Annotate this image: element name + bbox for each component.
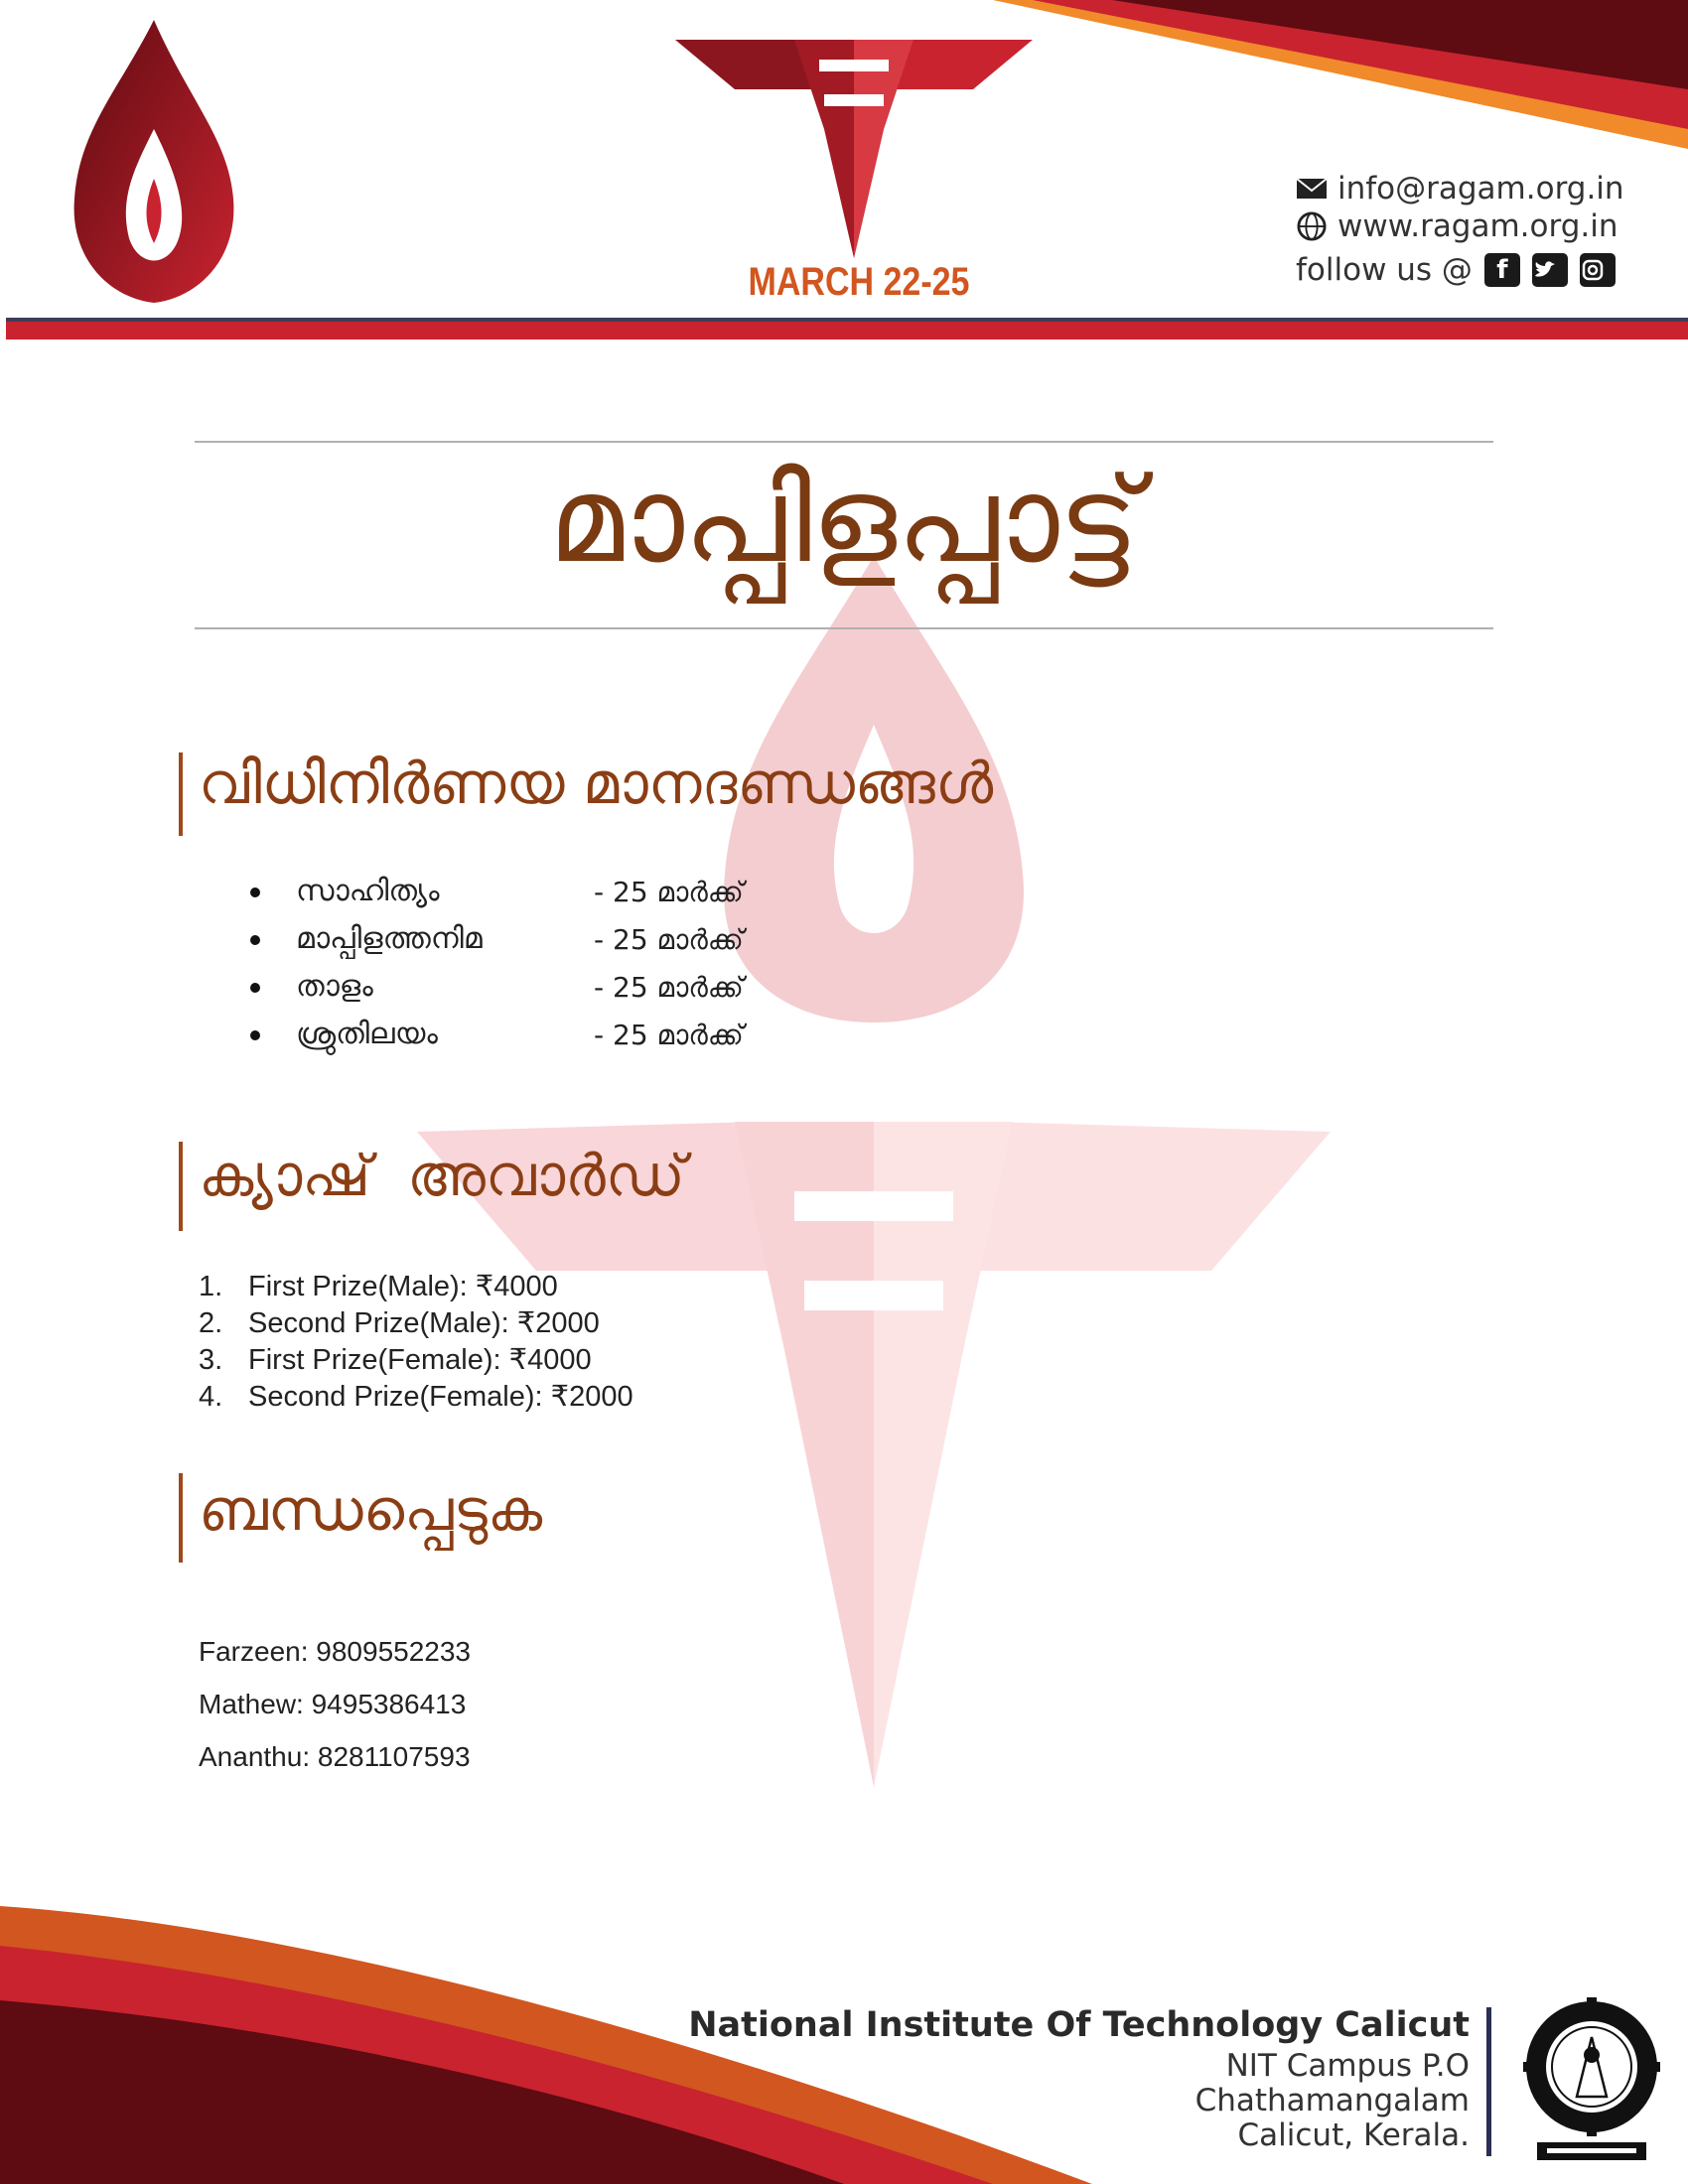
website-row[interactable]: www.ragam.org.in <box>1296 206 1618 246</box>
title-rule-top <box>195 441 1493 443</box>
globe-icon <box>1297 211 1327 241</box>
page-title: മാപ്പിളപ്പാട്ട് <box>548 452 1140 590</box>
footer-address-line: NIT Campus P.O <box>1225 2048 1470 2084</box>
contacts-heading: ബന്ധപ്പെടുക <box>199 1476 543 1544</box>
facebook-icon[interactable]: f <box>1483 253 1520 287</box>
bullet <box>250 1029 260 1040</box>
award-text: Second Prize(Male): ₹2000 <box>248 1307 600 1339</box>
bullet <box>250 934 260 945</box>
instagram-icon[interactable] <box>1579 253 1616 287</box>
mail-icon <box>1296 178 1328 199</box>
email-text: info@ragam.org.in <box>1337 171 1624 206</box>
contact-person: Farzeen: 9809552233 <box>199 1636 471 1667</box>
award-number: 4. <box>199 1381 223 1413</box>
footer-address-line: Calicut, Kerala. <box>1237 2117 1470 2153</box>
criteria-label: താളം <box>296 969 373 1004</box>
footer-institute-name: National Institute Of Technology Calicut <box>688 2005 1470 2045</box>
contacts-heading-bar <box>179 1473 183 1563</box>
criteria-label: മാപ്പിളത്തനിമ <box>296 921 483 956</box>
footer-divider <box>1486 2007 1491 2156</box>
criteria-item: മാപ്പിളത്തനിമ <box>250 921 483 956</box>
title-rule-bottom <box>195 627 1493 629</box>
criteria-item: ശ്രുതിലയം <box>250 1017 438 1051</box>
criteria-item: സാഹിത്യം <box>250 874 440 908</box>
award-text: Second Prize(Female): ₹2000 <box>248 1381 633 1413</box>
criteria-item: താളം <box>250 969 373 1004</box>
event-date: MARCH 22-25 <box>748 260 970 304</box>
bullet <box>250 887 260 897</box>
criteria-marks: - 25 മാർക്ക് <box>594 876 744 908</box>
award-item: 1. First Prize(Male): ₹4000 <box>199 1269 558 1303</box>
contact-person: Ananthu: 8281107593 <box>199 1741 471 1772</box>
criteria-heading: വിധിനിർണയ മാനദണ്ഡങ്ങൾ <box>199 750 994 817</box>
criteria-label: ശ്രുതിലയം <box>296 1017 438 1051</box>
ragam-flame-logo <box>73 20 234 303</box>
award-text: First Prize(Male): ₹4000 <box>248 1271 558 1302</box>
criteria-heading-bar <box>179 752 183 836</box>
twitter-icon[interactable] <box>1531 253 1568 287</box>
award-number: 3. <box>199 1344 223 1376</box>
ragam-logo <box>675 40 1033 258</box>
follow-row: follow us @ f <box>1296 250 1616 290</box>
criteria-marks: - 25 മാർക്ക് <box>594 1019 744 1051</box>
footer-address-line: Chathamangalam <box>1195 2083 1470 2118</box>
criteria-label: സാഹിത്യം <box>296 874 440 908</box>
award-number: 2. <box>199 1307 223 1339</box>
header-divider-bar <box>6 322 1688 340</box>
criteria-marks: - 25 മാർക്ക് <box>594 971 744 1004</box>
award-item: 2. Second Prize(Male): ₹2000 <box>199 1305 600 1340</box>
award-number: 1. <box>199 1271 223 1302</box>
award-item: 3. First Prize(Female): ₹4000 <box>199 1342 592 1377</box>
follow-label: follow us @ <box>1296 252 1473 288</box>
email-row[interactable]: info@ragam.org.in <box>1296 169 1624 208</box>
awards-heading-bar <box>179 1142 183 1231</box>
award-text: First Prize(Female): ₹4000 <box>248 1344 592 1376</box>
nit-calicut-seal <box>1523 1997 1660 2160</box>
criteria-marks: - 25 മാർക്ക് <box>594 923 744 956</box>
award-item: 4. Second Prize(Female): ₹2000 <box>199 1379 633 1414</box>
contact-person: Mathew: 9495386413 <box>199 1689 467 1719</box>
website-text: www.ragam.org.in <box>1337 208 1618 244</box>
awards-heading: ക്യാഷ് അവാർഡ് <box>199 1142 685 1209</box>
bullet <box>250 982 260 993</box>
